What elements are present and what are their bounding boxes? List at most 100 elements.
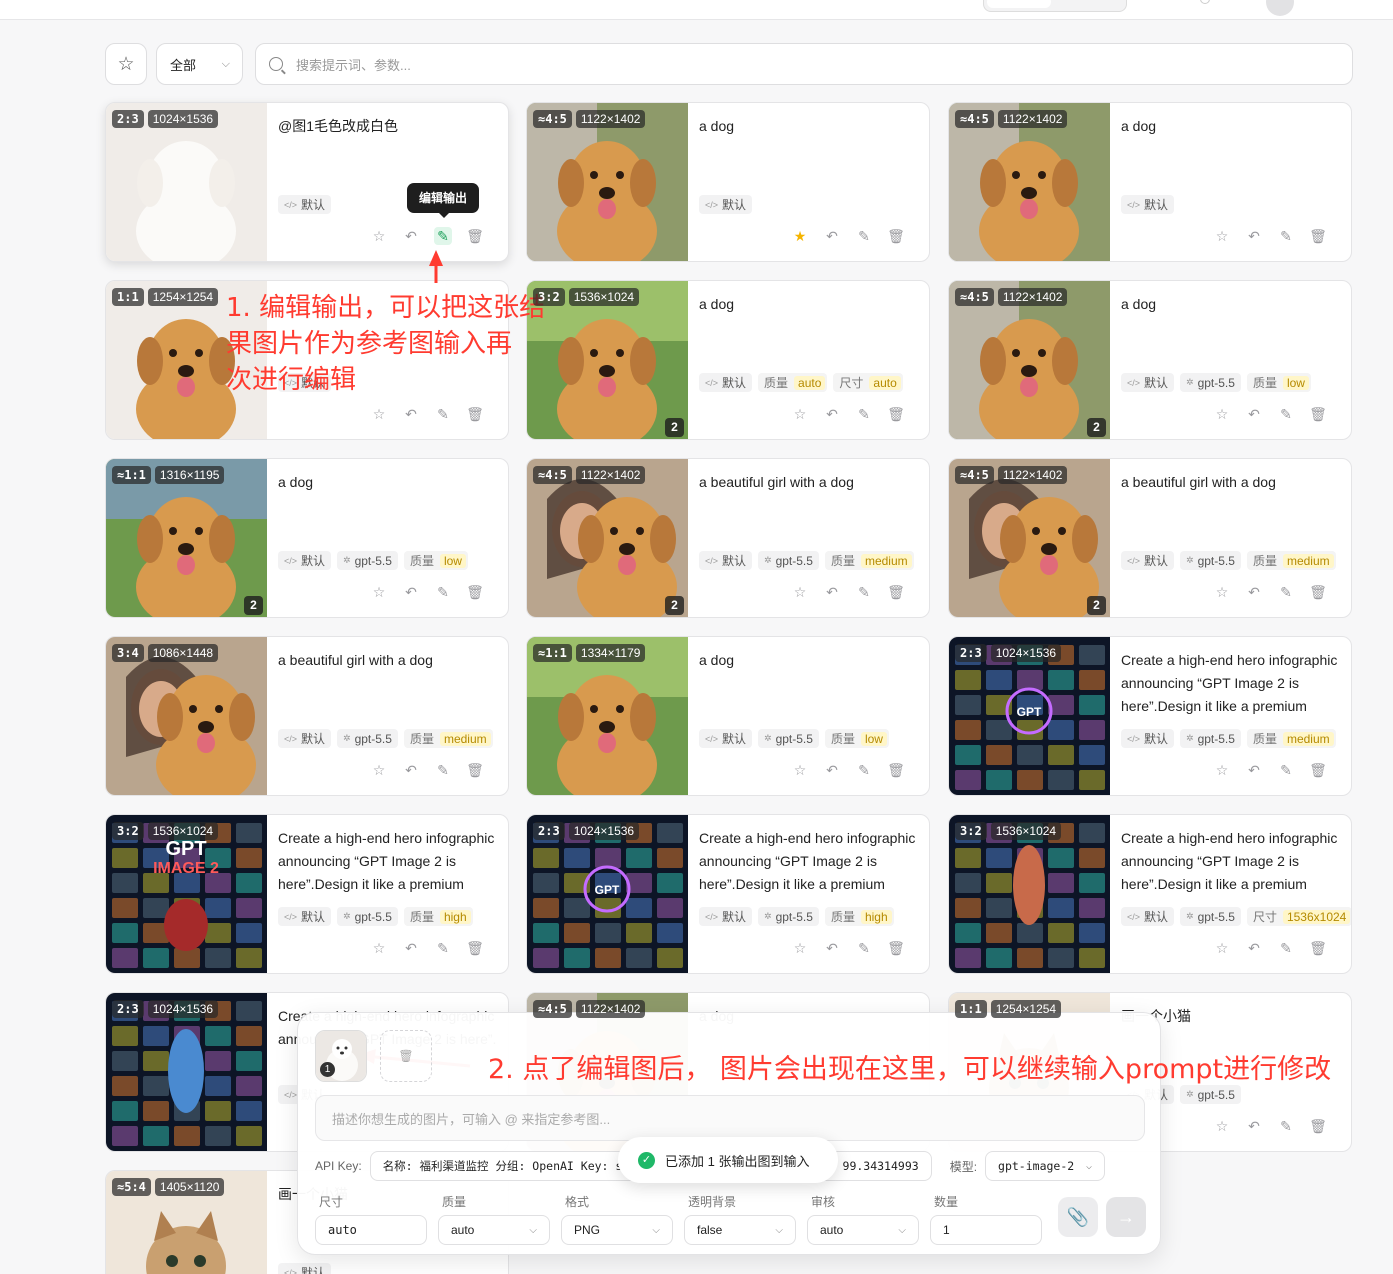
edit-output-icon[interactable]: ✎ [1277,405,1295,423]
favorite-star-icon[interactable]: ☆ [370,583,388,601]
favorite-star-icon[interactable]: ☆ [370,761,388,779]
send-button[interactable]: → [1106,1197,1146,1237]
image-card[interactable]: ≈4:5 1122×1402 2 a beautiful girl with a do… [526,458,930,618]
image-card[interactable]: ≈4:5 1122×1402 a dog </> 默认 ★ ↶ ✎ 🗑 [526,102,930,262]
reuse-prompt-icon[interactable]: ↶ [1245,761,1263,779]
delete-trash-icon[interactable]: 🗑 [887,227,905,245]
delete-trash-icon[interactable]: 🗑 [887,939,905,957]
search-input[interactable]: 搜索提示词、参数... [255,43,1353,85]
card-thumbnail[interactable]: GPT 2:3 1024×1536 [949,637,1110,795]
delete-trash-icon[interactable]: 🗑 [466,227,484,245]
favorite-star-icon[interactable]: ☆ [1213,227,1231,245]
reuse-prompt-icon[interactable]: ↶ [402,583,420,601]
delete-trash-icon[interactable]: 🗑 [1309,761,1327,779]
image-card[interactable]: 3:4 1086×1448 a beautiful girl with a dog <… [105,636,509,796]
delete-trash-icon[interactable]: 🗑 [1309,583,1327,601]
favorite-star-icon[interactable]: ☆ [370,405,388,423]
edit-output-icon[interactable]: ✎ [855,405,873,423]
reuse-prompt-icon[interactable]: ↶ [1245,1117,1263,1135]
image-card[interactable]: ≈4:5 1122×1402 2 a dog </> 默认 ✲ gpt-5.5 质量 low ☆ ↶ ✎… [948,280,1352,440]
model-select[interactable]: gpt-image-2 ⌵ [985,1151,1106,1181]
view-toggle[interactable] [983,0,1127,12]
delete-trash-icon[interactable]: 🗑 [1309,1117,1327,1135]
delete-trash-icon[interactable]: 🗑 [466,939,484,957]
card-thumbnail[interactable]: ≈4:5 1122×1402 2 [949,281,1110,439]
favorite-star-icon[interactable]: ☆ [370,939,388,957]
edit-output-icon[interactable]: ✎ [434,939,452,957]
edit-output-icon[interactable]: ✎ [855,227,873,245]
card-thumbnail[interactable]: ≈4:5 1122×1402 2 [949,459,1110,617]
card-thumbnail[interactable]: 2:3 1024×1536 [106,993,267,1151]
image-card[interactable]: GPT 2:3 1024×1536 Create a high-end hero in… [948,636,1352,796]
card-thumbnail[interactable]: 3:4 1086×1448 [106,637,267,795]
favorite-star-icon[interactable]: ☆ [791,939,809,957]
reuse-prompt-icon[interactable]: ↶ [823,405,841,423]
image-card[interactable]: ≈4:5 1122×1402 a dog </> 默认 ☆ ↶ ✎ 🗑 [948,102,1352,262]
favorite-star-icon[interactable]: ☆ [791,405,809,423]
card-thumbnail[interactable]: GPT 2:3 1024×1536 [527,815,688,973]
delete-trash-icon[interactable]: 🗑 [466,405,484,423]
category-filter-select[interactable]: 全部 ⌵ [156,43,243,85]
reuse-prompt-icon[interactable]: ↶ [402,761,420,779]
edit-output-icon[interactable]: ✎ [434,761,452,779]
favorite-star-icon[interactable]: ☆ [1213,405,1231,423]
favorite-star-icon[interactable]: ☆ [791,761,809,779]
attach-button[interactable]: 📎 [1058,1197,1098,1237]
reuse-prompt-icon[interactable]: ↶ [1245,227,1263,245]
reuse-prompt-icon[interactable]: ↶ [823,761,841,779]
reuse-prompt-icon[interactable]: ↶ [1245,939,1263,957]
favorite-star-icon[interactable]: ☆ [370,227,388,245]
card-thumbnail[interactable]: 3:2 1536×1024 [949,815,1110,973]
edit-output-icon[interactable]: ✎ [434,227,452,245]
card-thumbnail[interactable]: ≈1:1 1334×1179 [527,637,688,795]
param-select[interactable]: PNG ⌵ [561,1215,673,1245]
delete-trash-icon[interactable]: 🗑 [1309,227,1327,245]
delete-trash-icon[interactable]: 🗑 [1309,939,1327,957]
delete-trash-icon[interactable]: 🗑 [466,583,484,601]
image-card[interactable]: 2:3 1024×1536 @图1毛色改成白色 </> 默认 ☆ ↶ ✎ 🗑 [105,102,509,262]
reuse-prompt-icon[interactable]: ↶ [823,227,841,245]
reuse-prompt-icon[interactable]: ↶ [402,227,420,245]
reuse-prompt-icon[interactable]: ↶ [823,583,841,601]
edit-output-icon[interactable]: ✎ [1277,227,1295,245]
image-card[interactable]: ≈1:1 1316×1195 2 a dog </> 默认 ✲ gpt-5.5 质量 low ☆ ↶ ✎… [105,458,509,618]
edit-output-icon[interactable]: ✎ [1277,583,1295,601]
image-card[interactable]: 3:2 1536×1024 2 a dog </> 默认 质量 auto 尺寸 auto ☆ ↶ ✎ 🗑 [526,280,930,440]
reuse-prompt-icon[interactable]: ↶ [1245,583,1263,601]
delete-trash-icon[interactable]: 🗑 [1309,405,1327,423]
card-thumbnail[interactable]: ≈4:5 1122×1402 [527,103,688,261]
delete-trash-icon[interactable]: 🗑 [466,761,484,779]
favorite-star-icon[interactable]: ☆ [1213,583,1231,601]
favorites-filter-button[interactable]: ☆ [105,43,147,85]
card-thumbnail[interactable]: ≈4:5 1122×1402 2 [527,459,688,617]
edit-output-icon[interactable]: ✎ [855,939,873,957]
edit-output-icon[interactable]: ✎ [855,583,873,601]
edit-output-icon[interactable]: ✎ [855,761,873,779]
favorite-star-icon[interactable]: ☆ [1213,1117,1231,1135]
image-card[interactable]: GPT 2:3 1024×1536 Create a high-end hero in… [526,814,930,974]
reuse-prompt-icon[interactable]: ↶ [823,939,841,957]
notification-icon[interactable] [1200,0,1210,4]
card-thumbnail[interactable]: ≈1:1 1316×1195 2 [106,459,267,617]
favorite-star-icon[interactable]: ☆ [791,583,809,601]
reuse-prompt-icon[interactable]: ↶ [1245,405,1263,423]
edit-output-icon[interactable]: ✎ [434,583,452,601]
image-card[interactable]: 3:2 1536×1024 Create a high-end hero infog… [948,814,1352,974]
image-card[interactable]: ≈4:5 1122×1402 2 a beautiful girl with a do… [948,458,1352,618]
avatar[interactable] [1266,0,1294,16]
reuse-prompt-icon[interactable]: ↶ [402,939,420,957]
prompt-textarea[interactable]: 描述你想生成的图片，可输入 @ 来指定参考图... [315,1095,1145,1141]
card-thumbnail[interactable]: ≈4:5 1122×1402 [949,103,1110,261]
edit-output-icon[interactable]: ✎ [1277,761,1295,779]
card-thumbnail[interactable]: 3:2 1536×1024 2 [527,281,688,439]
reuse-prompt-icon[interactable]: ↶ [402,405,420,423]
reference-image-thumb[interactable]: 1 [315,1030,367,1082]
delete-trash-icon[interactable]: 🗑 [887,405,905,423]
param-select[interactable]: false ⌵ [684,1215,796,1245]
delete-trash-icon[interactable]: 🗑 [887,761,905,779]
param-input[interactable]: auto [315,1215,427,1245]
favorite-star-icon[interactable]: ★ [791,227,809,245]
param-input[interactable]: 1 [930,1215,1042,1245]
remove-reference-button[interactable]: 🗑 [380,1030,432,1082]
card-thumbnail[interactable]: GPT IMAGE 2 3:2 1536×1024 [106,815,267,973]
